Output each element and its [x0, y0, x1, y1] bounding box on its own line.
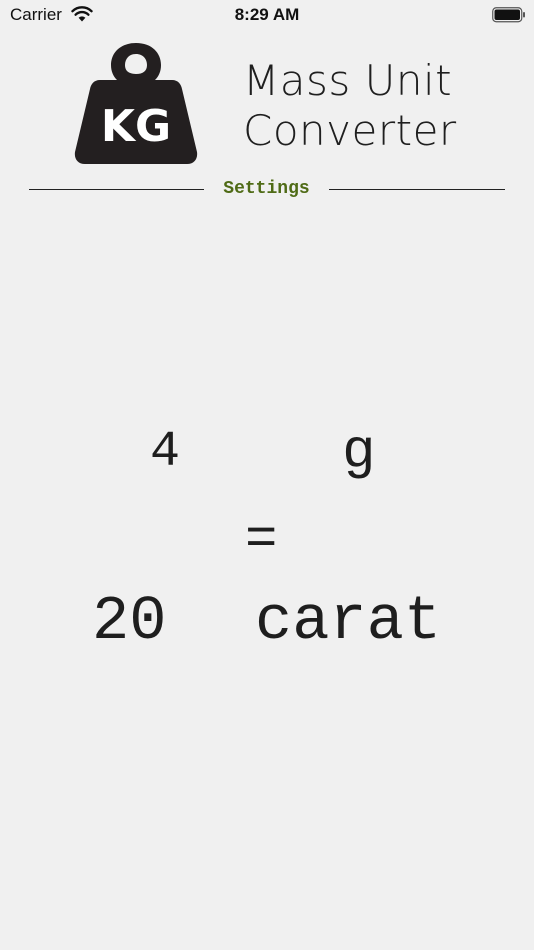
app-title-line2: Converter: [243, 106, 457, 155]
logo-text: KG: [101, 101, 171, 152]
kg-weight-logo-icon: KG: [74, 42, 198, 166]
status-bar: Carrier 8:29 AM: [0, 0, 534, 30]
divider-right: [329, 189, 505, 190]
divider-left: [29, 189, 204, 190]
input-unit-selector[interactable]: g: [342, 420, 376, 484]
app-title-line1: Mass Unit: [243, 56, 453, 105]
settings-button[interactable]: Settings: [204, 179, 329, 199]
output-unit-selector[interactable]: carat: [255, 586, 441, 657]
output-value: 20: [92, 586, 167, 657]
status-time: 8:29 AM: [234, 5, 300, 24]
equals-sign: =: [245, 510, 278, 571]
input-value-field[interactable]: 4: [150, 424, 180, 481]
app-title: Mass Unit Converter: [243, 56, 457, 156]
battery-icon: [492, 7, 526, 28]
